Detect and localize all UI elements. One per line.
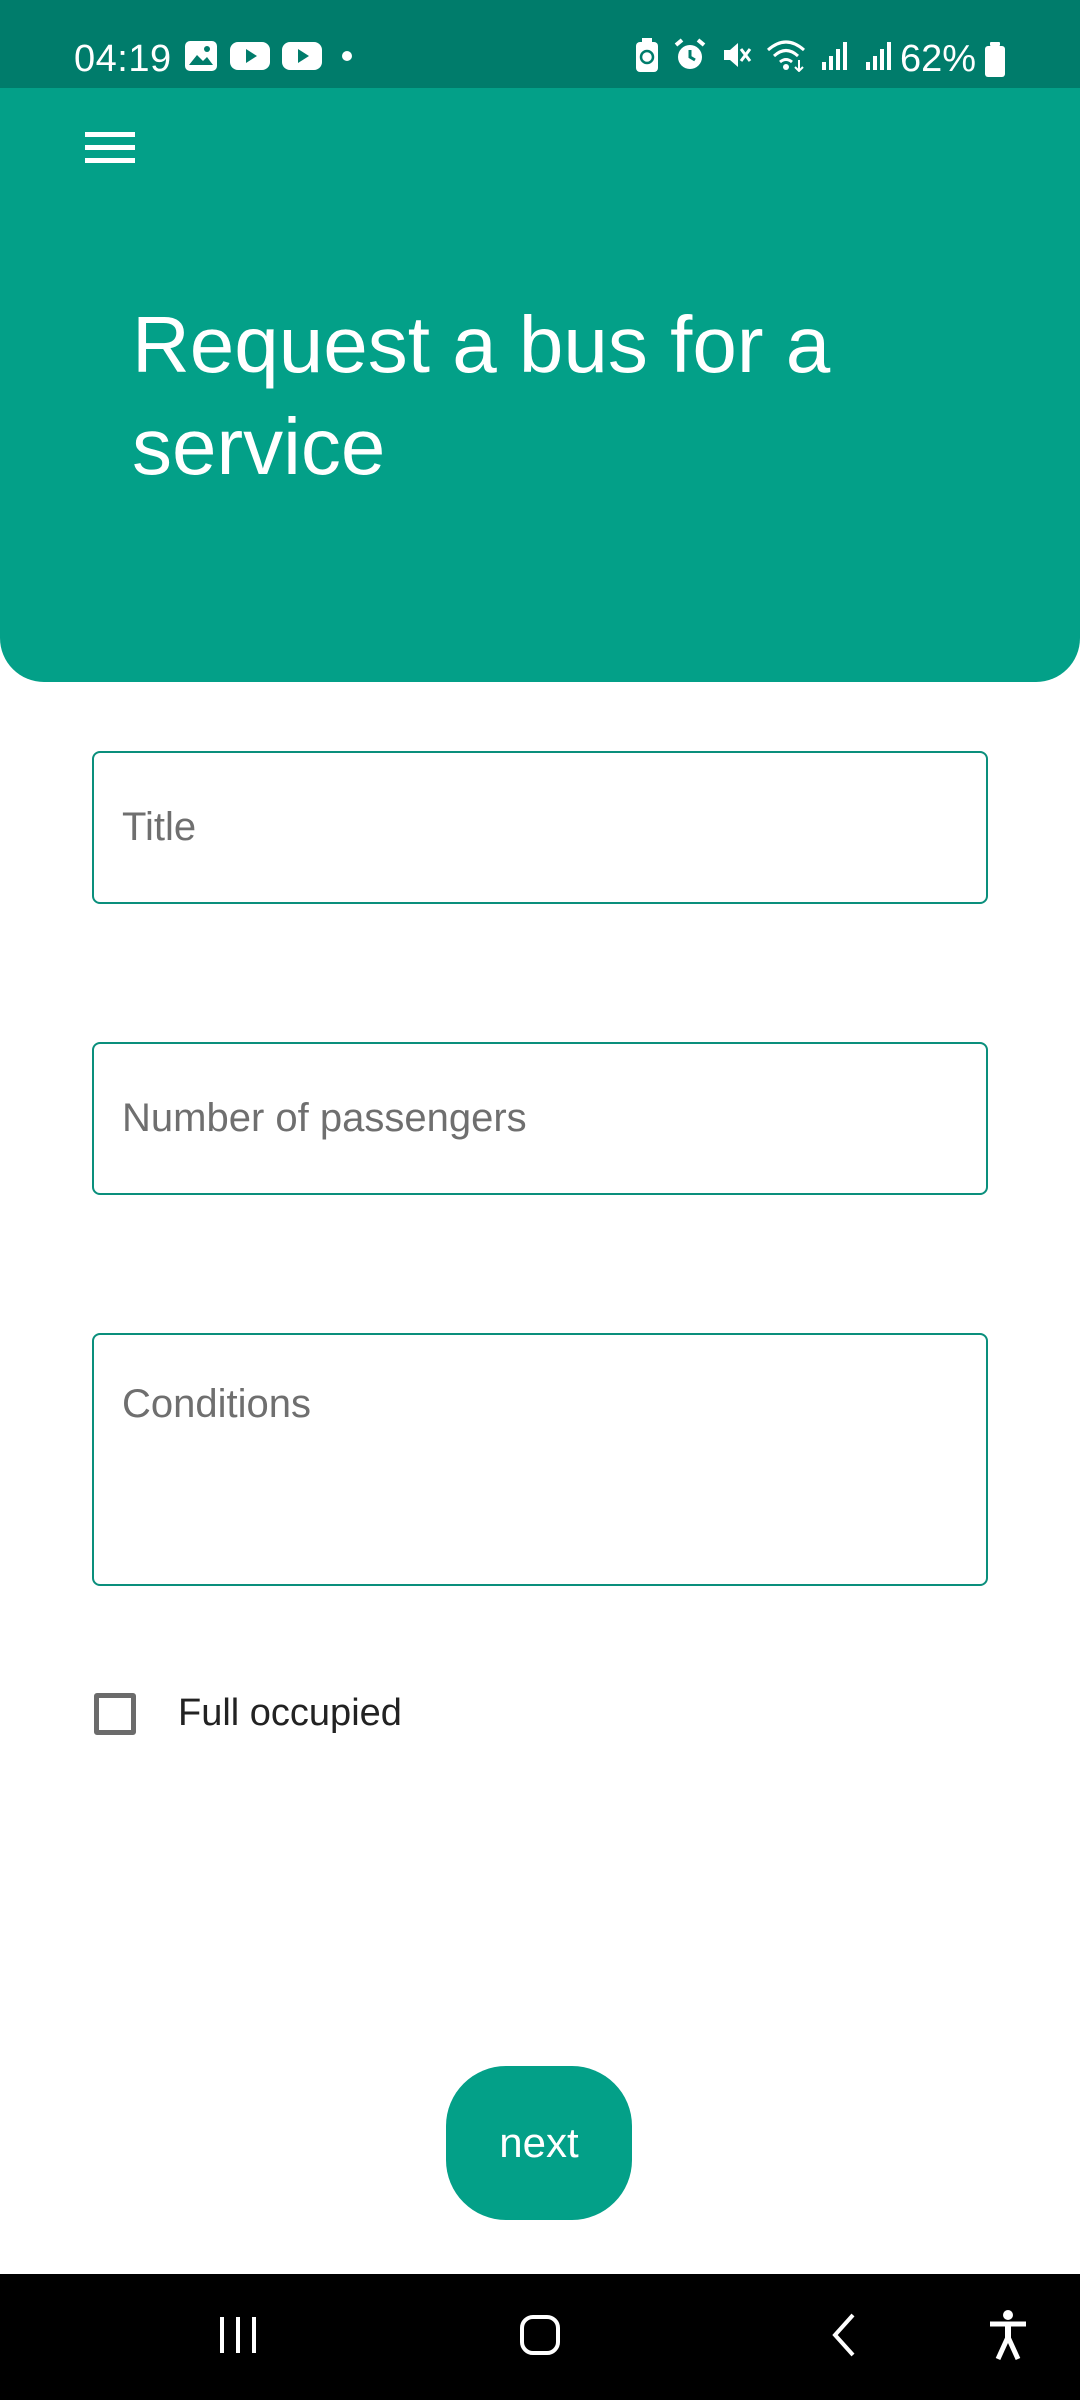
signal-icon [820,38,850,77]
notification-icons [184,40,360,77]
youtube-icon [282,41,322,76]
recent-apps-icon [217,2315,259,2360]
mute-icon [720,38,752,77]
system-icons [634,38,894,77]
dot-icon [334,41,360,76]
wifi-icon [766,38,806,77]
battery-saver-icon [634,38,660,77]
alarm-icon [674,38,706,77]
signal-icon [864,38,894,77]
status-bar: 04:19 62% [0,0,1080,88]
menu-button[interactable] [76,118,144,182]
header: Request a bus for a service [0,88,1080,682]
conditions-input[interactable] [92,1333,988,1586]
accessibility-button[interactable] [950,2274,1066,2400]
full-occupied-checkbox[interactable] [94,1692,136,1735]
full-occupied-option[interactable]: Full occupied [94,1692,402,1735]
battery-icon [984,42,1006,83]
battery-percentage: 62% [900,38,977,80]
title-input[interactable] [92,751,988,904]
navigation-bar [0,2274,1080,2400]
back-button[interactable] [786,2274,902,2400]
accessibility-icon [988,2309,1028,2366]
back-icon [829,2311,859,2364]
hamburger-menu-icon [85,130,135,171]
status-time: 04:19 [74,38,172,80]
next-button[interactable]: next [446,2066,632,2220]
recent-apps-button[interactable] [180,2274,296,2400]
full-occupied-label: Full occupied [178,1692,402,1734]
page-title: Request a bus for a service [132,300,831,491]
gallery-icon [184,40,218,77]
home-button[interactable] [482,2274,598,2400]
passengers-input[interactable] [92,1042,988,1195]
home-icon [518,2313,562,2362]
youtube-icon [230,41,270,76]
